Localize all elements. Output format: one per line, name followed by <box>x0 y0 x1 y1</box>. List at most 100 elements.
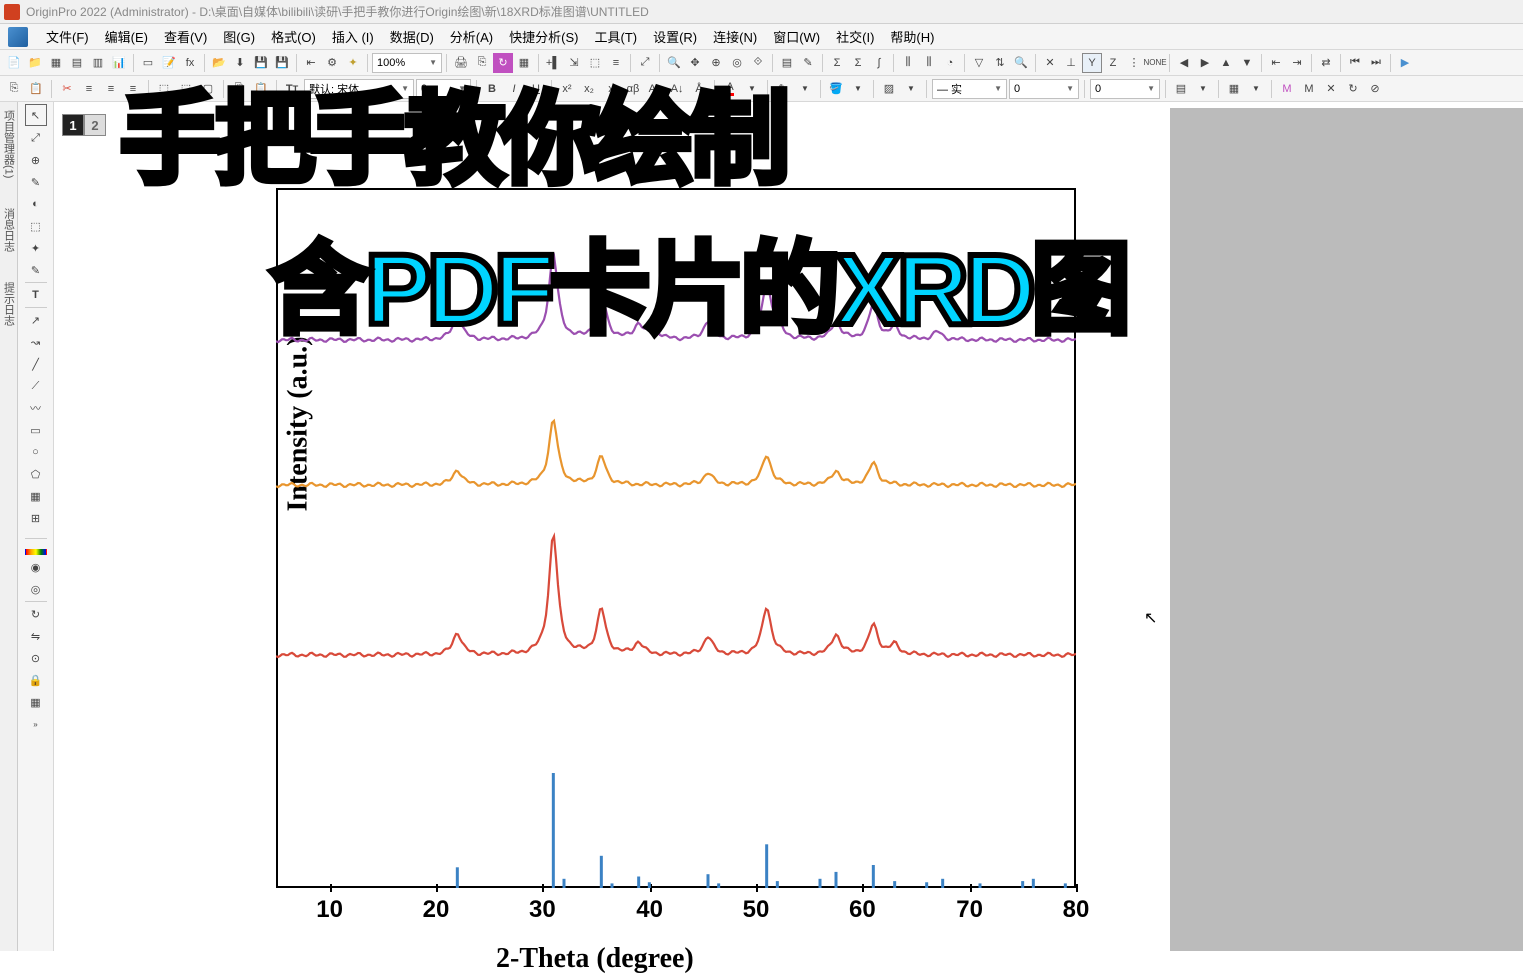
menu-analysis[interactable]: 分析(A) <box>442 25 501 48</box>
rect-tool-icon[interactable]: ▭ <box>26 420 46 440</box>
cut-icon[interactable]: ✂ <box>57 79 77 99</box>
lock-icon[interactable]: ⊘ <box>1365 79 1385 99</box>
tick-label-icon[interactable]: ⊥ <box>1061 53 1081 73</box>
none-icon[interactable]: NONE <box>1145 53 1165 73</box>
stats-icon[interactable]: Σ <box>827 53 847 73</box>
sort-icon[interactable]: ⇅ <box>990 53 1010 73</box>
arrow-tool-icon[interactable]: ↗ <box>26 310 46 330</box>
new-layout-icon[interactable]: ▭ <box>138 53 158 73</box>
menu-gadgets[interactable]: 快捷分析(S) <box>501 25 586 48</box>
menu-graph[interactable]: 图(G) <box>215 25 263 48</box>
pattern-dd-icon[interactable]: ▼ <box>901 79 921 99</box>
layer-tab-1[interactable]: 1 <box>62 114 84 136</box>
line-width-combo[interactable]: 0▼ <box>1009 79 1079 99</box>
refresh-icon[interactable]: ↻ <box>493 53 513 73</box>
freehand-tool-icon[interactable]: 〰 <box>26 398 46 418</box>
new-folder-icon[interactable]: 📁 <box>25 53 45 73</box>
first-icon[interactable]: ⏮ <box>1345 53 1365 73</box>
menu-format[interactable]: 格式(O) <box>263 25 324 48</box>
border-icon[interactable]: ▦ <box>1224 79 1244 99</box>
paste-icon[interactable]: 📋 <box>26 79 46 99</box>
flip-icon[interactable]: ⇋ <box>26 626 46 646</box>
begin-icon[interactable]: ⇤ <box>1266 53 1286 73</box>
merge-icon[interactable]: ≡ <box>606 53 626 73</box>
align-center-icon[interactable]: ≡ <box>101 79 121 99</box>
up-icon[interactable]: ▲ <box>1216 53 1236 73</box>
play-icon[interactable]: ▶ <box>1395 53 1415 73</box>
border-dd-icon[interactable]: ▼ <box>1246 79 1266 99</box>
pointer-tool-icon[interactable]: ↖ <box>25 104 47 126</box>
find-icon[interactable]: 🔍 <box>1011 53 1031 73</box>
reader-tool-icon[interactable]: ⊕ <box>26 150 46 170</box>
polygon-icon[interactable]: ⬠ <box>26 464 46 484</box>
zoom-pan-icon[interactable]: ✥ <box>685 53 705 73</box>
mask-tool-icon[interactable]: ◐ <box>26 194 46 214</box>
menu-connectivity[interactable]: 连接(N) <box>705 25 765 48</box>
rotate-icon[interactable]: ↻ <box>26 604 46 624</box>
color-palette-icon[interactable] <box>25 549 47 555</box>
rescale-icon[interactable]: ⤢ <box>635 53 655 73</box>
column-plot-icon[interactable]: ⫼ <box>898 53 918 73</box>
polyline-tool-icon[interactable]: ⟋ <box>26 376 46 396</box>
new-matrix-icon[interactable]: ▥ <box>88 53 108 73</box>
pie-plot-icon[interactable]: ◔ <box>940 53 960 73</box>
add-column-icon[interactable]: +▌ <box>543 53 563 73</box>
region-tool-icon[interactable]: ⬚ <box>26 216 46 236</box>
zoom-in-icon[interactable]: 🔍 <box>664 53 684 73</box>
extract-icon[interactable]: ⇲ <box>564 53 584 73</box>
filter-icon[interactable]: ▽ <box>969 53 989 73</box>
menu-insert[interactable]: 插入 (I) <box>324 25 382 48</box>
new-function-icon[interactable]: fx <box>180 53 200 73</box>
palette3-icon[interactable]: ◎ <box>26 579 46 599</box>
z-icon[interactable]: Y <box>1082 53 1102 73</box>
copy-icon[interactable]: ⎘ <box>4 79 24 99</box>
screen-reader-icon[interactable]: ◎ <box>727 53 747 73</box>
line-color-dd-icon[interactable]: ▼ <box>795 79 815 99</box>
curved-arrow-icon[interactable]: ↝ <box>26 332 46 352</box>
z-axis-icon[interactable]: Z <box>1103 53 1123 73</box>
data-selector-icon[interactable]: ⟐ <box>748 53 768 73</box>
menu-data[interactable]: 数据(D) <box>382 25 442 48</box>
grid-icon[interactable]: ▦ <box>26 692 46 712</box>
insert-graph-icon[interactable]: ⊞ <box>26 508 46 528</box>
open-icon[interactable]: 📂 <box>209 53 229 73</box>
menu-edit[interactable]: 编辑(E) <box>97 25 156 48</box>
bar-plot-icon[interactable]: ⫼ <box>919 53 939 73</box>
new-excel-icon[interactable]: ▤ <box>67 53 87 73</box>
align-left-icon[interactable]: ≡ <box>79 79 99 99</box>
mask-pts-icon[interactable]: M <box>1277 79 1297 99</box>
fill-color-icon[interactable]: 🪣 <box>826 79 846 99</box>
fill-combo[interactable]: 0▼ <box>1090 79 1160 99</box>
swap-icon[interactable]: ⇄ <box>1316 53 1336 73</box>
annotate-tool-icon[interactable]: ✎ <box>26 172 46 192</box>
menu-help[interactable]: 帮助(H) <box>882 25 942 48</box>
menu-preferences[interactable]: 设置(R) <box>645 25 705 48</box>
menu-view[interactable]: 查看(V) <box>156 25 215 48</box>
sigma-icon[interactable]: Σ <box>848 53 868 73</box>
right-icon[interactable]: ▶ <box>1195 53 1215 73</box>
zoom-combo[interactable]: 100%▼ <box>372 53 442 73</box>
highlighter-tool-icon[interactable]: ✦ <box>26 238 46 258</box>
line-tool-icon[interactable]: ╱ <box>26 354 46 374</box>
batch-icon[interactable]: ⚙ <box>322 53 342 73</box>
open-template-icon[interactable]: ⬇ <box>230 53 250 73</box>
gradient-icon[interactable]: ▤ <box>1171 79 1191 99</box>
line-style-combo[interactable]: — 实▼ <box>932 79 1007 99</box>
recalculate-icon[interactable]: ✦ <box>343 53 363 73</box>
message-log-tab[interactable]: 消息日志 <box>1 208 17 252</box>
new-project-icon[interactable]: 📄 <box>4 53 24 73</box>
x-axis-icon[interactable]: ✕ <box>1040 53 1060 73</box>
draw-tool-icon[interactable]: ✎ <box>26 260 46 280</box>
save-icon[interactable]: 💾 <box>251 53 271 73</box>
menu-window[interactable]: 窗口(W) <box>765 25 828 48</box>
integrate-icon[interactable]: ∫ <box>869 53 889 73</box>
hide-mask-icon[interactable]: ✕ <box>1321 79 1341 99</box>
slide-icon[interactable]: ▦ <box>514 53 534 73</box>
draw-data-icon[interactable]: ✎ <box>798 53 818 73</box>
menu-file[interactable]: 文件(F) <box>38 25 97 48</box>
project-explorer-tab[interactable]: 项目管理器(1) <box>1 110 17 178</box>
region-icon[interactable]: ▦ <box>26 486 46 506</box>
label-icon[interactable]: ⋮ <box>1124 53 1144 73</box>
reset-icon[interactable]: ⊙ <box>26 648 46 668</box>
layer-tab-2[interactable]: 2 <box>84 114 106 136</box>
